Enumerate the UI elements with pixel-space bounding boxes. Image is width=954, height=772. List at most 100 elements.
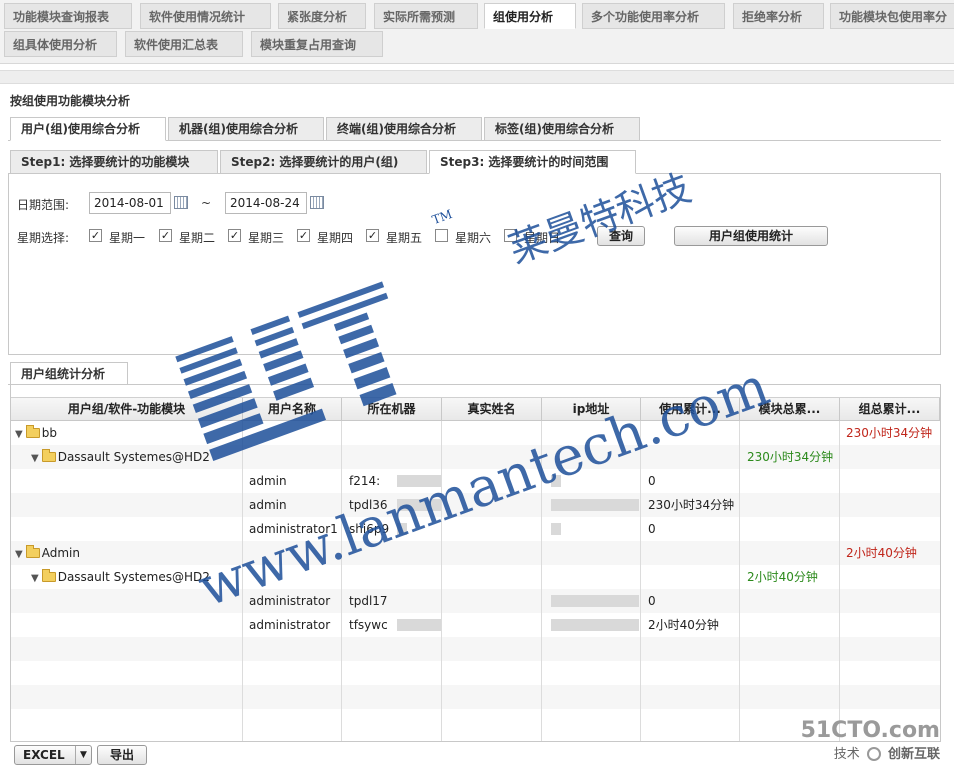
friday-label: 星期五 (386, 231, 423, 245)
table-row[interactable]: administrator tfsywc 2小时40分钟 (11, 613, 940, 637)
site-watermark-sub: 技术 (833, 747, 860, 762)
empty-row (11, 685, 940, 709)
app-root: 功能模块查询报表 软件使用情况统计 紧张度分析 实际所需预测 组使用分析 多个功… (0, 0, 954, 772)
export-button[interactable]: 导出 (97, 745, 147, 765)
tab-group-detail-usage[interactable]: 组具体使用分析 (4, 31, 117, 57)
tab-terminal-group-analysis[interactable]: 终端(组)使用综合分析 (326, 117, 482, 141)
folder-icon (25, 425, 40, 438)
expand-triangle-icon[interactable]: ▼ (31, 573, 39, 584)
step3-panel: 日期范围: ~ 星期选择: ✓ 星期一 ✓ 星期二 ✓ 星期三 ✓ 星期四 ✓ … (8, 174, 941, 355)
group-name: Admin (41, 546, 80, 560)
checkbox-tuesday[interactable]: ✓ (159, 229, 172, 242)
tab-tension-analysis[interactable]: 紧张度分析 (278, 3, 366, 29)
checkbox-thursday[interactable]: ✓ (297, 229, 310, 242)
machine-cell: tfsywc (349, 618, 388, 632)
col-header-group-total[interactable]: 组总累计... (840, 398, 940, 420)
tab-multi-function-usage[interactable]: 多个功能使用率分析 (582, 3, 725, 29)
weekday-label: 星期选择: (17, 231, 70, 245)
date-separator: ~ (201, 196, 212, 210)
redacted-block (397, 619, 442, 631)
col-header-real-name[interactable]: 真实姓名 (442, 398, 542, 420)
date-from-input[interactable] (89, 192, 171, 214)
folder-icon (41, 449, 56, 462)
module-total-value: 230小时34分钟 (747, 450, 834, 464)
export-format-select[interactable]: EXCEL ▼ (14, 745, 92, 765)
page-title: 按组使用功能模块分析 (10, 94, 131, 108)
col-header-user-name[interactable]: 用户名称 (243, 398, 342, 420)
usage-cell: 0 (648, 474, 656, 488)
checkbox-monday[interactable]: ✓ (89, 229, 102, 242)
column-divider (640, 421, 641, 741)
group-total-value: 2小时40分钟 (846, 546, 917, 560)
checkbox-wednesday[interactable]: ✓ (228, 229, 241, 242)
usage-cell: 230小时34分钟 (648, 498, 735, 512)
tab-module-package-usage[interactable]: 功能模块包使用率分 (830, 3, 954, 29)
user-group-stats-button[interactable]: 用户组使用统计 (674, 226, 828, 246)
thursday-label: 星期四 (317, 231, 354, 245)
column-divider (739, 421, 740, 741)
checkbox-friday[interactable]: ✓ (366, 229, 379, 242)
tuesday-label: 星期二 (179, 231, 216, 245)
expand-triangle-icon[interactable]: ▼ (15, 549, 23, 560)
software-module-name: Dassault Systemes@HD2 (57, 570, 210, 584)
tab-user-group-analysis[interactable]: 用户(组)使用综合分析 (10, 117, 166, 141)
empty-row (11, 637, 940, 661)
tab-function-module-report[interactable]: 功能模块查询报表 (4, 3, 132, 29)
grid-header: 用户组/软件-功能模块 用户名称 所在机器 真实姓名 ip地址 使用累计... … (11, 397, 940, 421)
module-total-value: 2小时40分钟 (747, 570, 818, 584)
dropdown-arrow-icon[interactable]: ▼ (75, 746, 91, 764)
group-name: bb (41, 426, 57, 440)
tab-demand-forecast[interactable]: 实际所需预测 (374, 3, 478, 29)
tab-step2-select-user-group[interactable]: Step2: 选择要统计的用户(组) (220, 150, 427, 174)
empty-row (11, 661, 940, 685)
redacted-block (551, 595, 639, 607)
user-name-cell: admin (249, 474, 287, 488)
software-module-name: Dassault Systemes@HD2 (57, 450, 210, 464)
tab-software-usage-stats[interactable]: 软件使用情况统计 (140, 3, 271, 29)
date-to-input[interactable] (225, 192, 307, 214)
usage-cell: 0 (648, 594, 656, 608)
tree-row-group[interactable]: ▼ Admin 2小时40分钟 (11, 541, 940, 565)
column-divider (341, 421, 342, 741)
redacted-block (551, 619, 639, 631)
user-name-cell: administrator (249, 618, 331, 632)
partner-logo-text: 创新互联 (887, 747, 940, 762)
tab-duplicate-module-query[interactable]: 模块重复占用查询 (251, 31, 383, 57)
result-grid: 用户组/软件-功能模块 用户名称 所在机器 真实姓名 ip地址 使用累计... … (10, 384, 941, 742)
date-range-label: 日期范围: (17, 198, 70, 212)
redacted-block (551, 523, 561, 535)
col-header-machine[interactable]: 所在机器 (342, 398, 442, 420)
monday-label: 星期一 (109, 231, 146, 245)
tab-step3-select-time-range[interactable]: Step3: 选择要统计的时间范围 (429, 150, 636, 174)
saturday-label: 星期六 (455, 231, 492, 245)
tab-tag-group-analysis[interactable]: 标签(组)使用综合分析 (484, 117, 640, 141)
table-row[interactable]: administrator tpdl17 0 (11, 589, 940, 613)
tab-step1-select-module[interactable]: Step1: 选择要统计的功能模块 (10, 150, 218, 174)
expand-triangle-icon[interactable]: ▼ (31, 453, 39, 464)
calendar-icon[interactable] (310, 196, 324, 209)
usage-cell: 0 (648, 522, 656, 536)
folder-icon (25, 545, 40, 558)
separator-band (0, 70, 954, 84)
tab-group-usage-analysis[interactable]: 组使用分析 (484, 3, 576, 29)
chuangxin-logo-icon (866, 747, 881, 761)
column-divider (839, 421, 840, 741)
tree-row-group[interactable]: ▼ bb 230小时34分钟 (11, 421, 940, 445)
wednesday-label: 星期三 (248, 231, 285, 245)
calendar-icon[interactable] (174, 196, 188, 209)
corner-watermark: 51CTO.com 技术 创新互联 (801, 718, 940, 762)
checkbox-saturday[interactable] (435, 229, 448, 242)
folder-icon (41, 569, 56, 582)
tab-software-usage-summary[interactable]: 软件使用汇总表 (125, 31, 243, 57)
col-header-group-module[interactable]: 用户组/软件-功能模块 (11, 398, 243, 420)
tree-row-software[interactable]: ▼ Dassault Systemes@HD2 2小时40分钟 (11, 565, 940, 589)
site-watermark-text: 51CTO.com (800, 718, 940, 743)
module-tab-bar: 功能模块查询报表 软件使用情况统计 紧张度分析 实际所需预测 组使用分析 多个功… (0, 0, 954, 64)
machine-cell: tpdl17 (349, 594, 388, 608)
tab-denial-rate[interactable]: 拒绝率分析 (733, 3, 824, 29)
usage-cell: 2小时40分钟 (648, 618, 719, 632)
tab-machine-group-analysis[interactable]: 机器(组)使用综合分析 (168, 117, 324, 141)
expand-triangle-icon[interactable]: ▼ (15, 429, 23, 440)
tab-user-group-stats[interactable]: 用户组统计分析 (10, 362, 128, 385)
export-format-value: EXCEL (23, 748, 65, 762)
